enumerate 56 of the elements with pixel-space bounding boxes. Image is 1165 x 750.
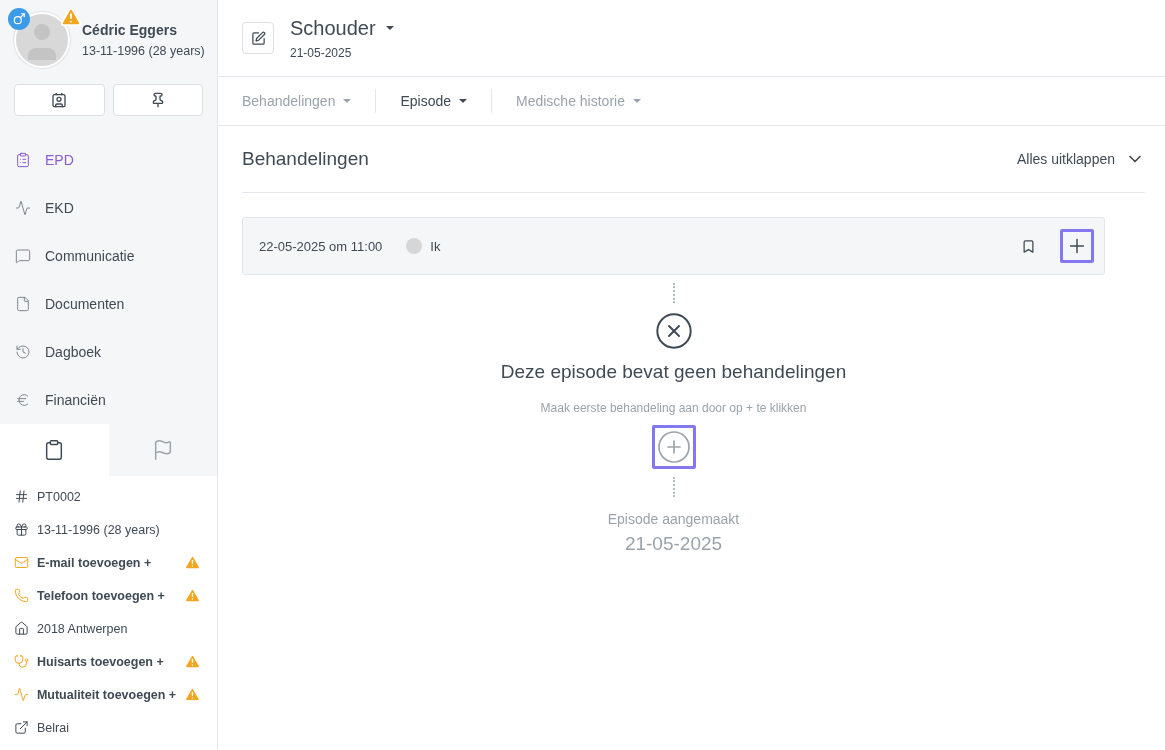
info-text: Belrai [37, 720, 70, 735]
file-icon [15, 296, 31, 312]
chat-icon [15, 248, 31, 264]
episode-title: Schouder [290, 16, 376, 40]
euro-icon [15, 392, 31, 408]
hash-icon [14, 489, 29, 504]
add-button[interactable] [1060, 229, 1094, 263]
info-text: 13-11-1996 (28 years) [37, 522, 161, 537]
add-link[interactable]: Mutualiteit toevoegen + [36, 687, 177, 702]
expand-all-button[interactable]: Alles uitklappen [1016, 149, 1145, 169]
stethoscope-icon [14, 654, 29, 669]
add-link[interactable]: Telefoon toevoegen + [37, 588, 176, 603]
male-icon [8, 8, 30, 30]
plus-circle-icon [655, 429, 692, 465]
user-name: Ik [430, 238, 441, 254]
edit-icon [250, 30, 266, 46]
patient-name: Cédric Eggers [82, 22, 178, 38]
clipboard-icon [15, 152, 31, 168]
contact-card-icon [51, 92, 68, 108]
add-link[interactable]: Huisarts toevoegen + [37, 654, 176, 669]
nav-item[interactable]: EPD [0, 136, 217, 184]
nav-item[interactable]: Financiën [0, 376, 217, 424]
empty-title: Deze episode bevat geen behandelingen [500, 361, 847, 383]
user-avatar [406, 238, 423, 254]
created-date: 21-05-2025 [624, 533, 723, 555]
mail-icon [14, 555, 29, 570]
close-circle-icon [653, 311, 694, 351]
phone-icon [14, 588, 29, 603]
episode-date: 21-05-2025 [290, 45, 353, 60]
empty-hint: Maak eerste behandeling aan door op + te klikken [540, 401, 807, 415]
external-link-icon [14, 720, 29, 735]
tab[interactable]: Episode [375, 89, 491, 113]
bookmark-icon [1021, 238, 1036, 254]
pin-button[interactable] [112, 84, 203, 116]
section-title: Behandelingen [242, 148, 369, 170]
panel-tab[interactable] [0, 424, 109, 476]
add-circle-button[interactable] [651, 425, 696, 469]
contact-card-button[interactable] [14, 84, 105, 116]
nav-item[interactable]: Dagboek [0, 328, 217, 376]
nav-item[interactable]: Communicatie [0, 232, 217, 280]
pulse-icon [15, 200, 31, 216]
house-icon [14, 621, 29, 636]
bookmark-button[interactable] [1021, 238, 1036, 254]
edit-button[interactable] [242, 22, 274, 54]
info-text: PT0002 [37, 489, 82, 504]
info-text: 2018 Antwerpen [37, 621, 129, 636]
gift-icon [14, 522, 29, 537]
caret-icon[interactable] [385, 26, 394, 30]
nav-item[interactable]: EKD [0, 184, 217, 232]
treatment-datetime: 22-05-2025 om 11:00 [259, 238, 383, 254]
history-icon [15, 344, 31, 360]
add-link[interactable]: E-mail toevoegen + [37, 555, 176, 570]
created-label: Episode aangemaakt [607, 511, 740, 527]
pulse-icon [14, 687, 29, 702]
nav-item[interactable]: Documenten [0, 280, 217, 328]
patient-birthdate: 13-11-1996 (28 years) [82, 44, 205, 58]
